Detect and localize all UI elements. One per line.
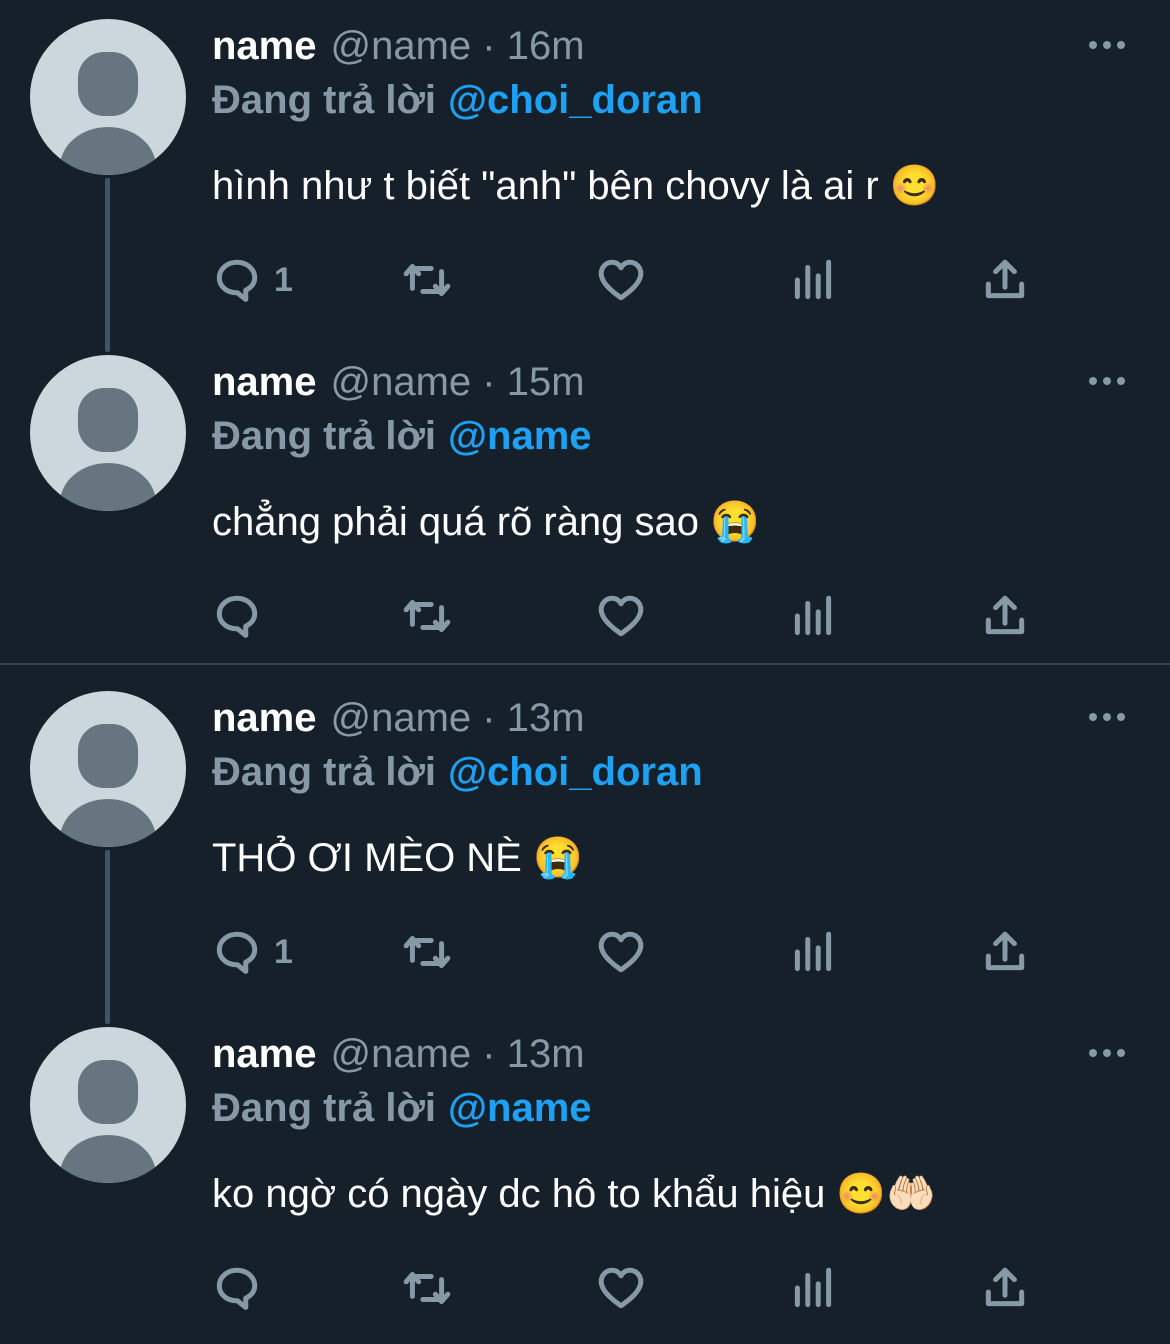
more-icon[interactable] [1086,1044,1128,1064]
avatar-head [78,724,138,788]
reply-count: 1 [274,260,293,299]
heart-icon [598,931,644,973]
retweet-button[interactable] [402,1260,452,1316]
tweet-header: name @name · 16m [212,20,585,72]
mention-link[interactable]: @choi_doran [448,750,703,794]
tweet-text: chẳng phải quá rõ ràng sao 😭 [212,500,760,544]
reply-button[interactable]: 1 [212,924,293,980]
analytics-button[interactable] [788,252,838,308]
retweet-button[interactable] [402,252,452,308]
tweet[interactable]: name @name · 16m Đang trả lời @choi_doran … [0,0,1170,336]
tweet-header: name @name · 15m [212,356,585,408]
retweet-icon [403,1271,451,1305]
tweet-header: name @name · 13m [212,692,585,744]
replying-to: Đang trả lời @name [212,410,592,462]
share-icon [985,931,1025,971]
reply-icon [216,595,258,638]
like-button[interactable] [596,252,646,308]
reply-icon [216,259,258,302]
tweet-text: THỎ ƠI MÈO NÈ 😭 [212,836,583,880]
analytics-button[interactable] [788,1260,838,1316]
analytics-button[interactable] [788,924,838,980]
mention-link[interactable]: @name [448,1086,592,1130]
avatar-body [60,463,156,511]
like-button[interactable] [596,588,646,644]
reply-button[interactable]: 1 [212,252,293,308]
retweet-icon [403,263,451,297]
avatar-head [78,388,138,452]
heart-icon [598,595,644,637]
display-name[interactable]: name [212,1032,317,1076]
more-icon[interactable] [1086,36,1128,56]
share-icon [985,1267,1025,1307]
tweet-actions: 1 [212,252,1052,308]
handle-and-time: @name · 13m [330,696,585,740]
reply-icon [216,1267,258,1310]
retweet-button[interactable] [402,924,452,980]
tweet[interactable]: name @name · 13m Đang trả lời @choi_doran … [0,672,1170,1008]
replying-to: Đang trả lời @name [212,1082,592,1134]
reply-icon [216,931,258,974]
tweet-actions [212,1260,1052,1316]
analytics-button[interactable] [788,588,838,644]
replying-to-label: Đang trả lời [212,78,437,122]
mention-link[interactable]: @name [448,414,592,458]
like-button[interactable] [596,1260,646,1316]
like-button[interactable] [596,924,646,980]
replying-to-label: Đang trả lời [212,414,437,458]
display-name[interactable]: name [212,24,317,68]
tweet-actions: 1 [212,924,1052,980]
more-icon[interactable] [1086,708,1128,728]
share-button[interactable] [980,924,1030,980]
avatar-body [60,127,156,175]
more-icon[interactable] [1086,372,1128,392]
handle-and-time: @name · 15m [330,360,585,404]
replying-to-label: Đang trả lời [212,1086,437,1130]
analytics-icon [794,595,832,636]
reply-button[interactable] [212,1260,274,1316]
mention-link[interactable]: @choi_doran [448,78,703,122]
replying-to-label: Đang trả lời [212,750,437,794]
analytics-icon [794,1267,832,1308]
tweet[interactable]: name @name · 15m Đang trả lời @name chẳng … [0,336,1170,672]
handle-and-time: @name · 13m [330,1032,585,1076]
retweet-icon [403,599,451,633]
avatar-body [60,1135,156,1183]
share-icon [985,595,1025,635]
share-button[interactable] [980,252,1030,308]
display-name[interactable]: name [212,696,317,740]
heart-icon [598,259,644,301]
avatar-head [78,1060,138,1124]
handle-and-time: @name · 16m [330,24,585,68]
reply-button[interactable] [212,588,274,644]
analytics-icon [794,931,832,972]
replying-to: Đang trả lời @choi_doran [212,746,703,798]
share-button[interactable] [980,1260,1030,1316]
reply-count: 1 [274,932,293,971]
share-icon [985,259,1025,299]
avatar[interactable] [30,355,186,511]
tweet-actions [212,588,1052,644]
analytics-icon [794,259,832,300]
heart-icon [598,1267,644,1309]
avatar-head [78,52,138,116]
tweet-text: ko ngờ có ngày dc hô to khẩu hiệu 😊🤲🏻 [212,1172,937,1216]
tweet-header: name @name · 13m [212,1028,585,1080]
retweet-icon [403,935,451,969]
tweet[interactable]: name @name · 13m Đang trả lời @name ko ngờ… [0,1008,1170,1344]
avatar[interactable] [30,19,186,175]
share-button[interactable] [980,588,1030,644]
avatar-body [60,799,156,847]
retweet-button[interactable] [402,588,452,644]
avatar[interactable] [30,1027,186,1183]
display-name[interactable]: name [212,360,317,404]
replying-to: Đang trả lời @choi_doran [212,74,703,126]
tweet-text: hình như t biết "anh" bên chovy là ai r … [212,164,940,208]
avatar[interactable] [30,691,186,847]
